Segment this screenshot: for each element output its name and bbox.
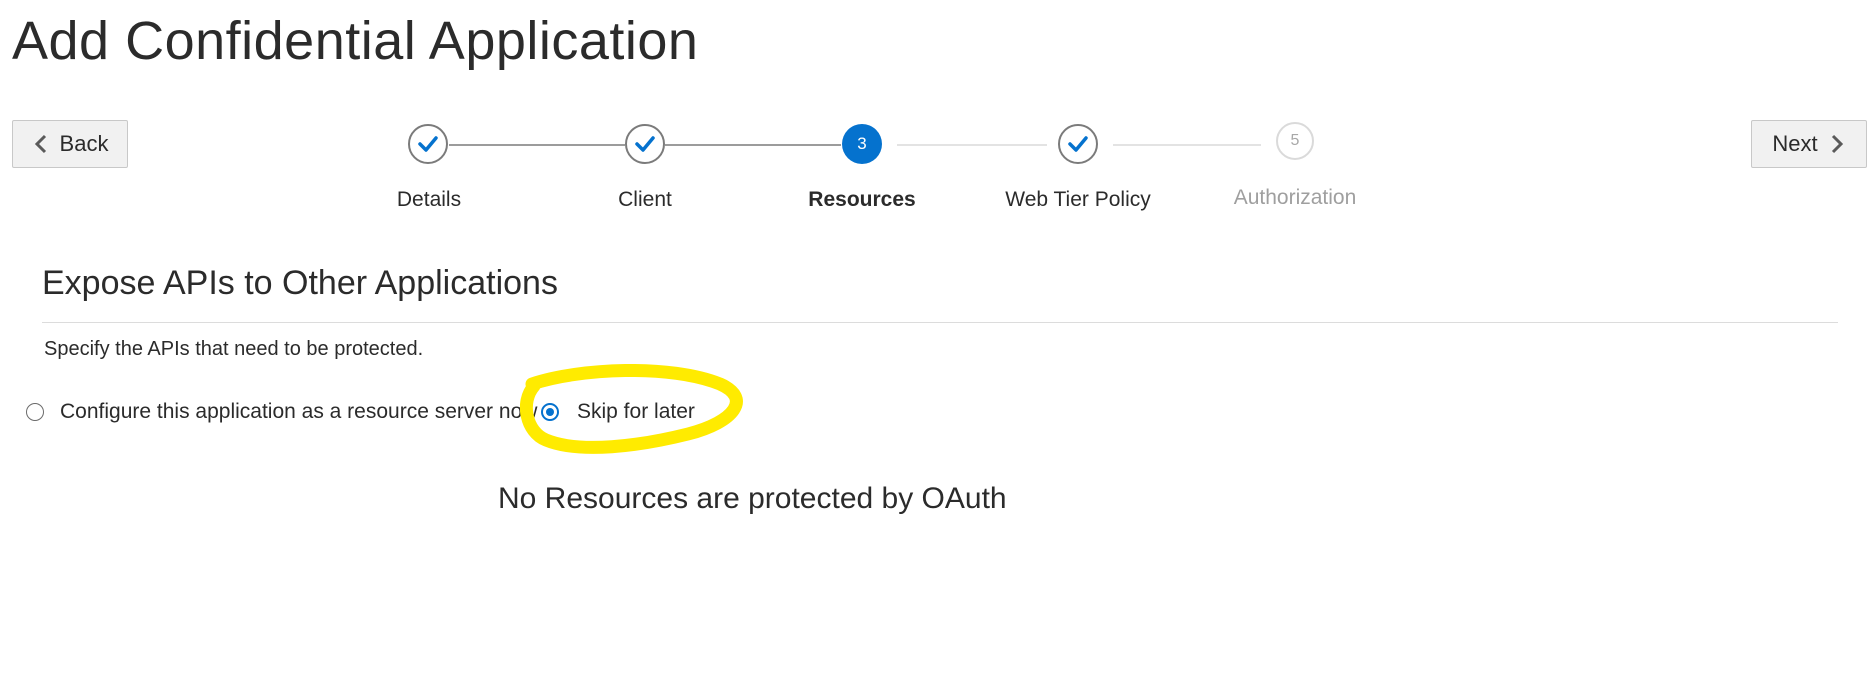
train-label-details[interactable]: Details	[329, 188, 529, 212]
train-stop-details[interactable]	[408, 124, 448, 164]
train-label-authorization: Authorization	[1233, 186, 1357, 209]
radio-configure-resource-server[interactable]: Configure this application as a resource…	[26, 398, 537, 426]
train-label-resources: Resources	[808, 188, 916, 211]
train-stop-web-tier-policy[interactable]	[1058, 124, 1098, 164]
page-title: Add Confidential Application	[12, 11, 699, 71]
step-train: Details Client 3 Resources Web Tier Poli…	[0, 120, 1876, 220]
train-stop-number: 3	[857, 134, 867, 153]
empty-state-message: No Resources are protected by OAuth	[498, 482, 1007, 515]
checkmark-icon	[635, 136, 655, 152]
train-label-web-tier-policy[interactable]: Web Tier Policy	[978, 188, 1178, 212]
train-connector-4	[1113, 144, 1261, 146]
train-stop-client[interactable]	[625, 124, 665, 164]
radio-label-skip[interactable]: Skip for later	[577, 400, 695, 424]
section-divider	[42, 322, 1838, 323]
train-connector-3	[897, 144, 1047, 146]
train-stop-resources: 3	[842, 124, 882, 164]
radio-button-configure[interactable]	[26, 403, 44, 421]
section-title: Expose APIs to Other Applications	[42, 264, 558, 302]
radio-button-skip[interactable]	[541, 403, 559, 421]
train-label-client[interactable]: Client	[545, 188, 745, 212]
train-stop-number: 5	[1290, 132, 1300, 149]
train-connector-2	[665, 144, 841, 146]
checkmark-icon	[1068, 136, 1088, 152]
train-connector-1	[449, 144, 625, 146]
section-instructions: Specify the APIs that need to be protect…	[44, 338, 424, 360]
checkmark-icon	[418, 136, 438, 152]
page: Add Confidential Application Back Next D…	[0, 0, 1876, 696]
train-stop-authorization: 5	[1276, 122, 1314, 160]
radio-skip-for-later[interactable]: Skip for later	[541, 398, 695, 426]
radio-label-configure[interactable]: Configure this application as a resource…	[60, 400, 537, 424]
